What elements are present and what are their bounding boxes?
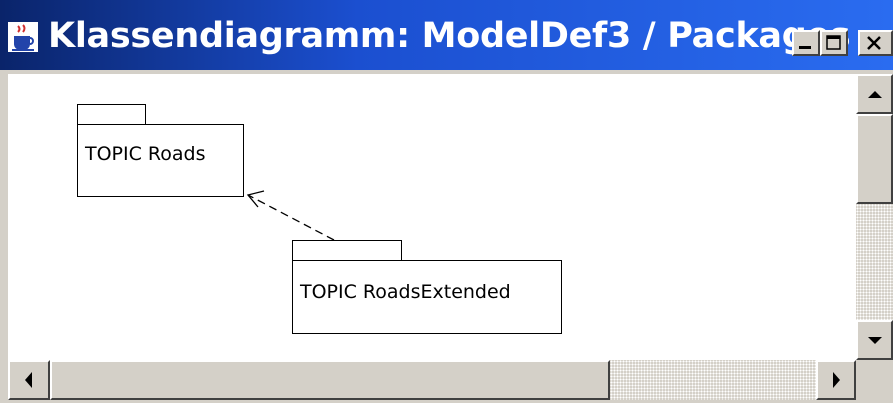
scroll-left-button[interactable] (8, 360, 50, 400)
package-label: TOPIC Roads (85, 143, 206, 165)
arrow-right-icon (833, 372, 840, 388)
package-label: TOPIC RoadsExtended (300, 281, 511, 303)
vertical-scrollbar[interactable] (856, 74, 893, 360)
maximize-icon (826, 35, 841, 50)
maximize-button[interactable] (820, 30, 848, 56)
window-title: Klassendiagramm: ModelDef3 / Packages (48, 16, 851, 56)
horizontal-scroll-thumb[interactable] (50, 360, 610, 400)
close-button[interactable] (858, 30, 893, 56)
arrow-down-icon (868, 337, 882, 344)
scroll-down-button[interactable] (856, 320, 893, 360)
title-bar[interactable]: Klassendiagramm: ModelDef3 / Packages (0, 0, 893, 72)
package-tab (77, 104, 146, 125)
close-icon (867, 36, 881, 50)
diagram-canvas[interactable]: TOPIC Roads TOPIC RoadsExtended (8, 74, 856, 360)
package-tab (292, 240, 402, 261)
vertical-scroll-track[interactable] (856, 204, 893, 320)
horizontal-scroll-track[interactable] (610, 360, 816, 400)
package-topic-roadsextended[interactable]: TOPIC RoadsExtended (292, 260, 562, 334)
arrow-left-icon (25, 372, 32, 388)
scrollbar-corner (856, 360, 893, 400)
package-topic-roads[interactable]: TOPIC Roads (77, 124, 244, 197)
minimize-button[interactable] (792, 30, 820, 56)
vertical-scroll-thumb[interactable] (856, 114, 893, 204)
scroll-right-button[interactable] (816, 360, 856, 400)
horizontal-scrollbar[interactable] (8, 360, 856, 400)
scroll-up-button[interactable] (856, 74, 893, 114)
java-cup-icon (8, 22, 38, 52)
minimize-icon (799, 46, 811, 49)
diagram-window: Klassendiagramm: ModelDef3 / Packages TO… (0, 0, 893, 403)
arrow-up-icon (868, 91, 882, 98)
